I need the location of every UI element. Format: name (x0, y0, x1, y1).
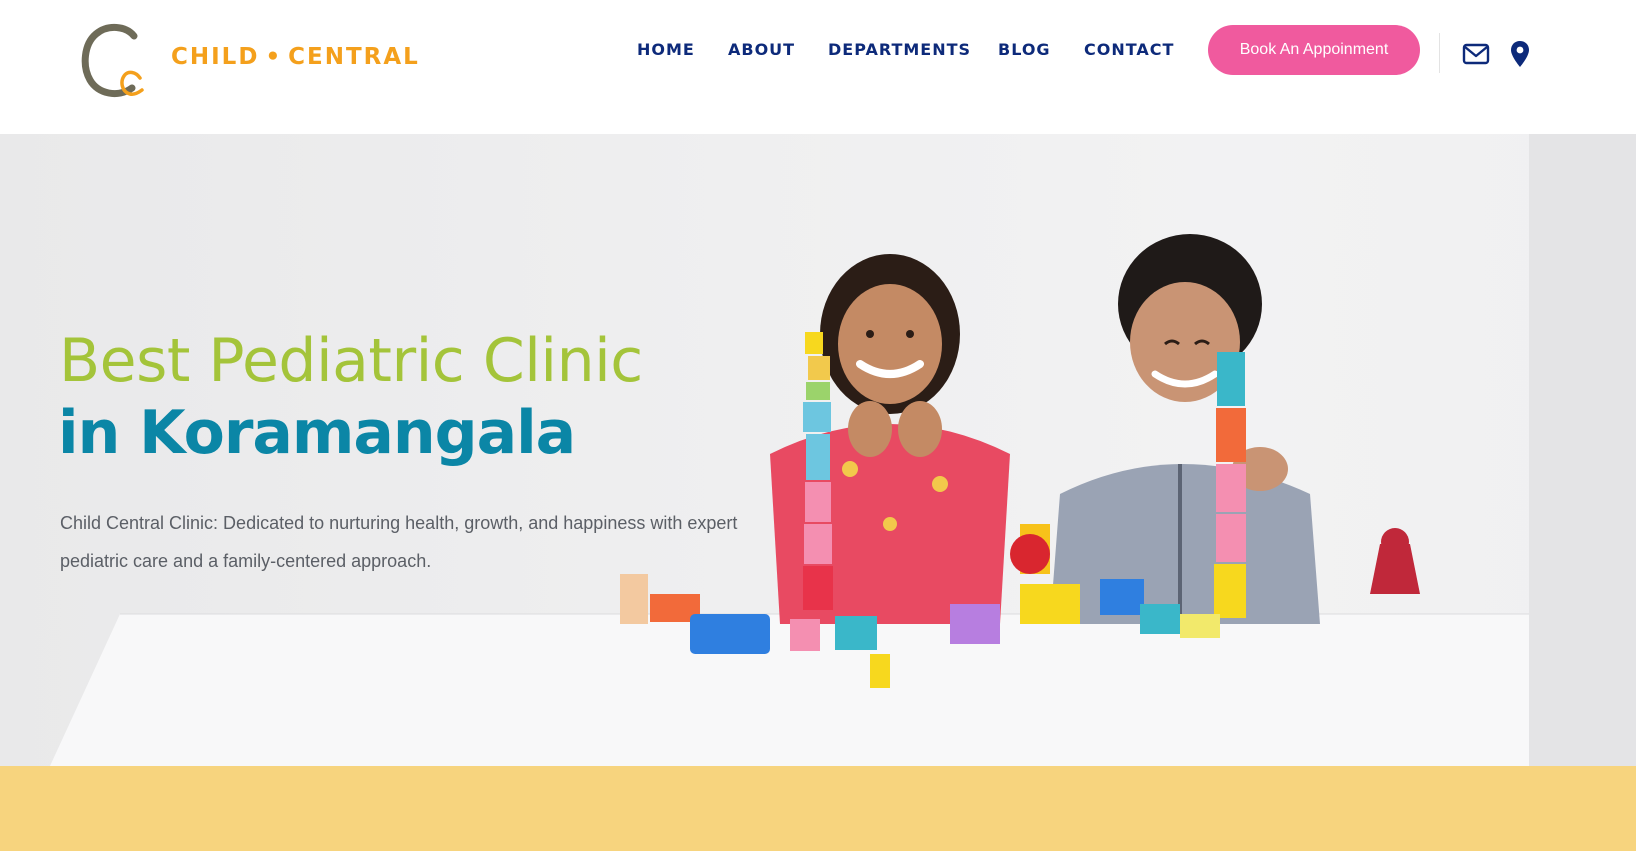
hero-title-line-1: Best Pediatric Clinic (59, 326, 643, 396)
hero-title-line-2: in Koramangala (58, 398, 576, 468)
nav-departments[interactable]: DEPARTMENTS (828, 40, 971, 59)
logo-word-central: CENTRAL (288, 44, 420, 70)
logo-mark-icon (81, 24, 144, 98)
email-link[interactable] (1462, 42, 1490, 66)
location-link[interactable] (1509, 40, 1531, 68)
nav-home[interactable]: HOME (637, 40, 695, 59)
envelope-icon (1462, 43, 1490, 65)
hero-kids-illustration (620, 234, 1420, 688)
site-logo[interactable]: CHILD • CENTRAL (76, 20, 418, 98)
map-pin-icon (1511, 41, 1529, 67)
nav-about[interactable]: ABOUT (728, 40, 795, 59)
book-appointment-button[interactable]: Book An Appoinment (1208, 25, 1420, 75)
nav-contact[interactable]: CONTACT (1084, 40, 1174, 59)
hero-edge-panel (1529, 134, 1636, 766)
yellow-section-band (0, 766, 1636, 851)
logo-wordmark: CHILD • CENTRAL (171, 44, 420, 70)
hero-description: Child Central Clinic: Dedicated to nurtu… (60, 513, 738, 571)
logo-separator: • (265, 44, 283, 70)
site-header: CHILD • CENTRAL HOME ABOUT DEPARTMENTS BLO… (0, 0, 1636, 134)
header-divider (1439, 33, 1440, 73)
nav-blog[interactable]: BLOG (998, 40, 1051, 59)
hero-section: Best Pediatric Clinic in Koramangala Chi… (0, 134, 1636, 766)
logo-word-child: CHILD (171, 44, 260, 70)
